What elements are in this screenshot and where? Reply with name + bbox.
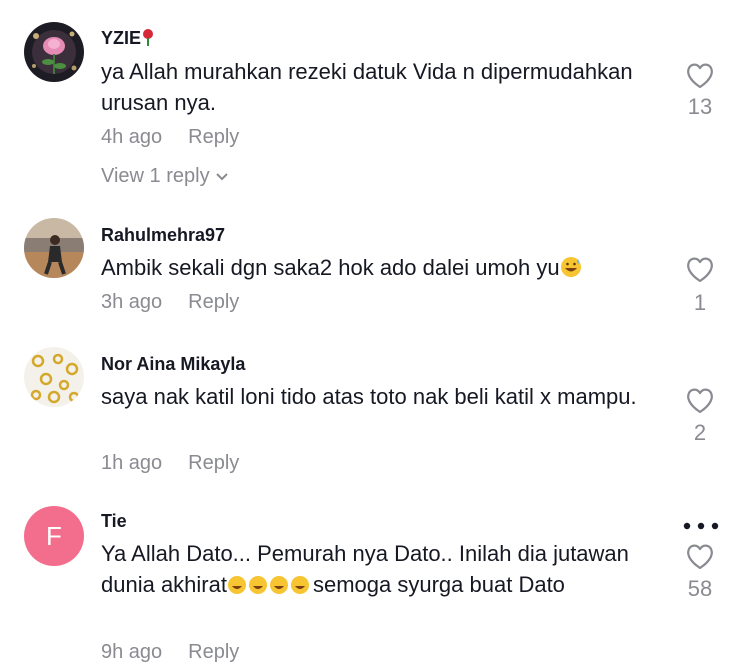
timestamp: 1h ago	[101, 452, 163, 474]
like-count: 58	[687, 576, 713, 601]
reply-button[interactable]: Reply	[188, 126, 239, 148]
comment-text-body: Ambik sekali dgn saka2 hok ado dalei umo…	[101, 255, 560, 280]
like-count: 13	[687, 94, 713, 119]
comment-meta: 9h ago Reply	[101, 641, 239, 664]
like-count: 2	[693, 420, 707, 445]
comment-meta: 3h ago Reply	[101, 291, 239, 314]
username[interactable]: YZIE	[101, 28, 155, 52]
heart-icon	[687, 257, 713, 283]
comment-text: saya nak katil loni tido atas toto nak b…	[101, 384, 637, 409]
timestamp: 9h ago	[101, 641, 163, 663]
timestamp: 4h ago	[101, 126, 163, 148]
comment-text: ya Allah murahkan rezeki datuk Vida n di…	[101, 59, 633, 115]
comment-text: Ya Allah Dato... Pemurah nya Dato.. Inil…	[101, 538, 641, 603]
like-button[interactable]	[685, 387, 715, 415]
username[interactable]: Tie	[101, 511, 127, 532]
heart-icon	[687, 388, 713, 414]
view-replies-button[interactable]: View 1 reply	[101, 165, 229, 188]
reply-button[interactable]: Reply	[188, 452, 239, 474]
more-options-button[interactable]	[679, 518, 723, 530]
rose-avatar-image	[24, 22, 84, 82]
rose-emoji-icon	[141, 29, 155, 52]
avatar[interactable]	[24, 22, 84, 82]
heart-icon	[687, 544, 713, 570]
comment-meta: 4h ago Reply	[101, 126, 239, 149]
like-count: 1	[693, 290, 707, 315]
grinning-sweat-emoji-icon	[560, 255, 582, 286]
avatar[interactable]	[24, 218, 84, 278]
laughing-emojis-icon	[227, 572, 313, 603]
more-dots-icon	[683, 522, 719, 530]
avatar[interactable]	[24, 347, 84, 407]
username[interactable]: Rahulmehra97	[101, 225, 225, 246]
avatar[interactable]: F	[24, 506, 84, 566]
username[interactable]: Nor Aina Mikayla	[101, 354, 245, 375]
chevron-down-icon	[215, 165, 229, 187]
like-button[interactable]	[685, 256, 715, 284]
user-photo-avatar	[24, 218, 84, 278]
jewelry-avatar-image	[24, 347, 84, 407]
heart-icon	[687, 63, 713, 89]
reply-button[interactable]: Reply	[188, 291, 239, 313]
like-button[interactable]	[685, 62, 715, 90]
view-replies-label: View 1 reply	[101, 165, 210, 187]
timestamp: 3h ago	[101, 291, 163, 313]
comment-text-tail: semoga syurga buat Dato	[312, 572, 565, 597]
username-text: YZIE	[101, 28, 142, 48]
comment-meta: 1h ago Reply	[101, 452, 239, 475]
reply-button[interactable]: Reply	[188, 641, 239, 663]
like-button[interactable]	[685, 543, 715, 571]
comment-text: Ambik sekali dgn saka2 hok ado dalei umo…	[101, 252, 641, 286]
